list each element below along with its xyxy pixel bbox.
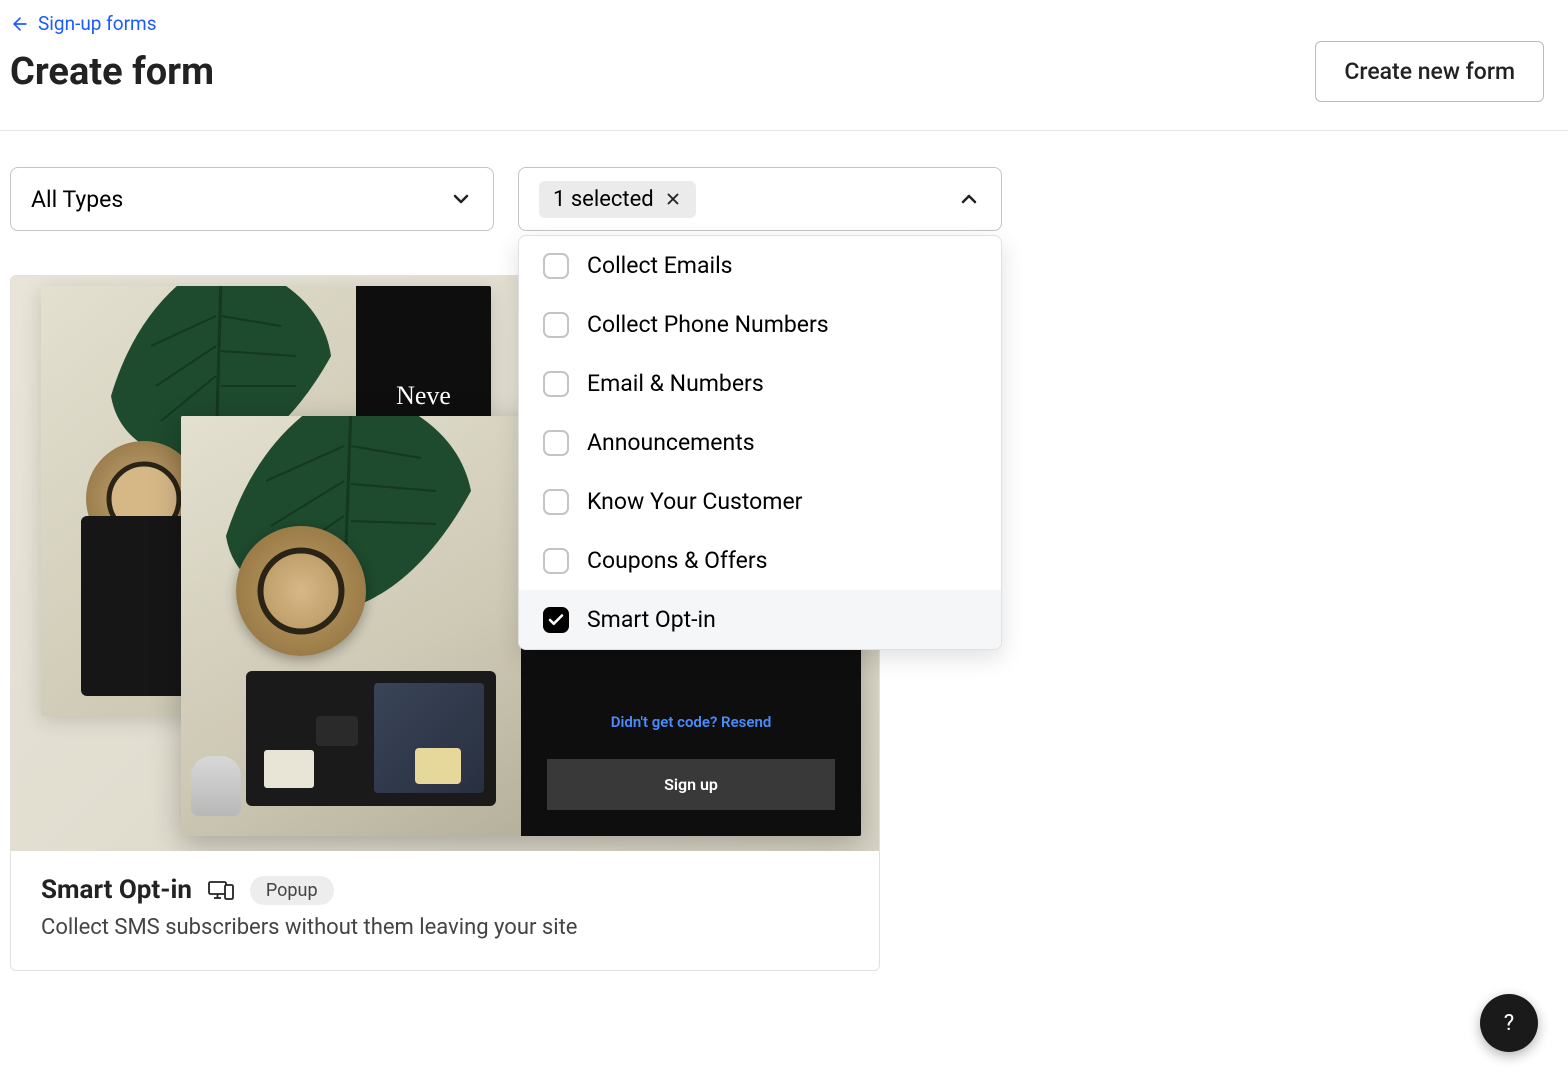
checkbox-unchecked-icon xyxy=(543,312,569,338)
template-badge: Popup xyxy=(250,876,334,905)
goal-filter-menu: Collect Emails Collect Phone Numbers Ema… xyxy=(518,235,1002,650)
checkbox-unchecked-icon xyxy=(543,253,569,279)
option-collect-phone-numbers[interactable]: Collect Phone Numbers xyxy=(519,295,1001,354)
template-title: Smart Opt-in xyxy=(41,875,192,905)
preview-back-title: Neve xyxy=(396,381,451,411)
checkbox-unchecked-icon xyxy=(543,489,569,515)
option-announcements[interactable]: Announcements xyxy=(519,413,1001,472)
type-filter-dropdown[interactable]: All Types xyxy=(10,167,494,231)
filter-chip: 1 selected xyxy=(539,181,696,218)
checkbox-unchecked-icon xyxy=(543,430,569,456)
option-label: Announcements xyxy=(587,429,755,456)
create-new-form-button[interactable]: Create new form xyxy=(1315,41,1544,102)
preview-resend-link: Didn't get code? Resend xyxy=(611,713,772,731)
option-label: Know Your Customer xyxy=(587,488,802,515)
option-smart-opt-in[interactable]: Smart Opt-in xyxy=(519,590,1001,649)
option-label: Collect Emails xyxy=(587,252,733,279)
breadcrumb-label: Sign-up forms xyxy=(38,12,157,35)
preview-signup-button: Sign up xyxy=(547,759,835,810)
checkbox-checked-icon xyxy=(543,607,569,633)
page-title: Create form xyxy=(10,50,214,94)
option-coupons-offers[interactable]: Coupons & Offers xyxy=(519,531,1001,590)
chevron-up-icon xyxy=(957,187,981,211)
option-email-and-numbers[interactable]: Email & Numbers xyxy=(519,354,1001,413)
checkbox-unchecked-icon xyxy=(543,371,569,397)
option-know-your-customer[interactable]: Know Your Customer xyxy=(519,472,1001,531)
chevron-down-icon xyxy=(449,187,473,211)
devices-icon xyxy=(208,879,234,901)
option-label: Smart Opt-in xyxy=(587,606,716,633)
option-label: Coupons & Offers xyxy=(587,547,768,574)
clear-filter-icon[interactable] xyxy=(664,190,682,208)
type-filter-label: All Types xyxy=(31,186,123,213)
breadcrumb-link[interactable]: Sign-up forms xyxy=(10,12,157,41)
help-button[interactable]: ? xyxy=(1480,994,1538,1052)
checkbox-unchecked-icon xyxy=(543,548,569,574)
arrow-left-icon xyxy=(10,14,30,34)
option-collect-emails[interactable]: Collect Emails xyxy=(519,236,1001,295)
template-description: Collect SMS subscribers without them lea… xyxy=(41,915,849,940)
option-label: Collect Phone Numbers xyxy=(587,311,829,338)
option-label: Email & Numbers xyxy=(587,370,764,397)
help-icon: ? xyxy=(1504,1011,1514,1036)
filter-chip-label: 1 selected xyxy=(553,187,654,212)
goal-filter-dropdown[interactable]: 1 selected xyxy=(518,167,1002,231)
